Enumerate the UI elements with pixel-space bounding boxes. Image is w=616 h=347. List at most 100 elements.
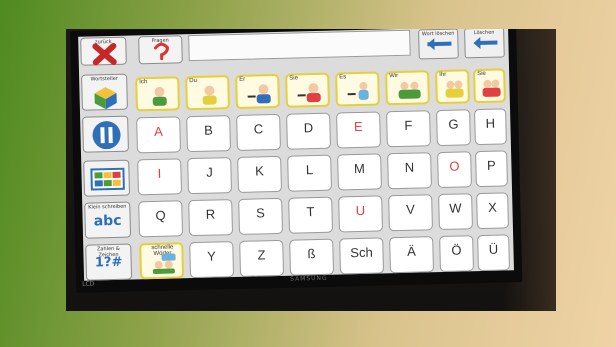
pronoun-sie[interactable]: Sie: [285, 72, 330, 108]
pronoun-du[interactable]: Du: [185, 75, 230, 111]
key-label: L: [305, 162, 314, 178]
lowercase-icon-text: abc: [93, 212, 122, 230]
key-eszett[interactable]: ß: [289, 238, 335, 276]
key-label: F: [404, 117, 413, 133]
key-e[interactable]: E: [336, 111, 381, 149]
key-d[interactable]: D: [286, 112, 331, 150]
key-u[interactable]: U: [338, 195, 383, 233]
woman-icon: [297, 83, 321, 103]
key-q[interactable]: Q: [138, 200, 184, 238]
key-i[interactable]: I: [137, 158, 183, 196]
key-m[interactable]: M: [337, 153, 382, 191]
group-icon: [398, 81, 421, 99]
quick-words-button[interactable]: schnelle Wörter: [139, 242, 185, 280]
back-label: zurück: [94, 38, 112, 46]
key-label: U: [355, 202, 366, 219]
key-k[interactable]: K: [237, 155, 282, 193]
pronoun-ihr[interactable]: Ihr: [435, 69, 470, 105]
key-w[interactable]: W: [438, 193, 473, 231]
key-o-umlaut[interactable]: Ö: [439, 235, 474, 273]
delete-word-button[interactable]: Wort löschen: [418, 29, 459, 60]
delete-word-label: Wort löschen: [421, 30, 455, 38]
monitor-lcd-text: LCD: [82, 280, 95, 288]
key-z[interactable]: Z: [239, 239, 285, 277]
key-label: J: [206, 164, 213, 180]
key-label: V: [405, 201, 415, 217]
key-j[interactable]: J: [187, 157, 233, 195]
key-label: N: [404, 159, 415, 175]
pause-icon: [92, 121, 121, 150]
key-h[interactable]: H: [474, 108, 507, 146]
delete-button[interactable]: Löschen: [464, 29, 505, 59]
key-label: Ö: [451, 242, 462, 258]
message-bar[interactable]: [188, 29, 411, 62]
key-label: X: [487, 199, 497, 215]
key-v[interactable]: V: [388, 194, 433, 232]
key-g[interactable]: G: [436, 109, 471, 147]
you-plural-icon: [445, 80, 464, 98]
delete-label: Löschen: [473, 29, 495, 37]
key-c[interactable]: C: [236, 113, 281, 151]
key-a-umlaut[interactable]: Ä: [389, 236, 435, 274]
key-s[interactable]: S: [238, 197, 284, 235]
pointing-person-icon: [202, 85, 217, 105]
key-label: H: [485, 115, 496, 131]
child-icon: [347, 81, 369, 100]
key-label: T: [306, 204, 315, 220]
key-label: ß: [307, 246, 316, 262]
key-label: G: [448, 116, 459, 132]
key-b[interactable]: B: [186, 115, 231, 153]
key-n[interactable]: N: [387, 152, 432, 190]
pronoun-wir[interactable]: Wir: [385, 70, 430, 106]
pronoun-er[interactable]: Er: [235, 73, 280, 109]
lowercase-label: Klein schreiben: [88, 203, 127, 211]
key-label: E: [353, 118, 363, 135]
pronoun-sie-plural[interactable]: Sie: [473, 68, 506, 104]
symbol-grid-button[interactable]: [83, 159, 131, 197]
key-label: B: [203, 122, 213, 138]
key-label: Q: [155, 207, 166, 223]
key-label: A: [153, 123, 163, 139]
key-f[interactable]: F: [386, 110, 431, 148]
key-label: Y: [207, 248, 217, 264]
key-label: O: [449, 158, 460, 174]
key-label: D: [303, 120, 314, 136]
key-a[interactable]: A: [136, 116, 181, 154]
key-label: Ä: [406, 243, 416, 259]
key-sch[interactable]: Sch: [339, 237, 385, 275]
key-l[interactable]: L: [287, 154, 332, 192]
key-label: Ü: [488, 241, 499, 257]
key-o[interactable]: O: [437, 151, 472, 189]
pronoun-ich[interactable]: Ich: [135, 76, 180, 112]
monitor-brand: SAMSUNG: [290, 274, 328, 283]
pronoun-es[interactable]: Es: [335, 71, 380, 107]
key-u-umlaut[interactable]: Ü: [477, 234, 510, 272]
ask-label: Fragen: [151, 37, 169, 45]
photo-frame: zurück Fragen Wort löschen Löschen Worts…: [66, 29, 556, 311]
man-icon: [247, 84, 271, 104]
key-label: P: [486, 157, 496, 173]
lowercase-button[interactable]: Klein schreiben abc: [84, 201, 132, 239]
key-label: C: [253, 121, 264, 137]
key-y[interactable]: Y: [189, 241, 235, 279]
pause-button[interactable]: [82, 115, 129, 153]
numbers-icon-text: 1?#: [94, 254, 123, 271]
key-x[interactable]: X: [476, 192, 509, 230]
key-p[interactable]: P: [475, 150, 508, 188]
key-label: R: [205, 206, 216, 222]
back-button[interactable]: zurück: [80, 36, 127, 66]
grid-icon: [90, 167, 125, 191]
person-icon: [152, 86, 167, 106]
wordbox-button[interactable]: Wortsteller: [81, 73, 128, 111]
they-icon: [482, 79, 501, 97]
ask-button[interactable]: Fragen: [138, 35, 183, 65]
page: { "top": { "back_label": "zurück", "ask_…: [0, 0, 616, 347]
wordbox-label: Wortsteller: [90, 75, 118, 83]
key-label: K: [254, 163, 264, 179]
key-r[interactable]: R: [188, 199, 234, 237]
key-t[interactable]: T: [288, 196, 334, 234]
numbers-symbols-button[interactable]: Zahlen & Zeichen 1?#: [85, 243, 133, 281]
aac-screen: zurück Fragen Wort löschen Löschen Worts…: [78, 29, 514, 281]
key-label: I: [157, 165, 162, 181]
chat-people-icon: [152, 253, 176, 274]
